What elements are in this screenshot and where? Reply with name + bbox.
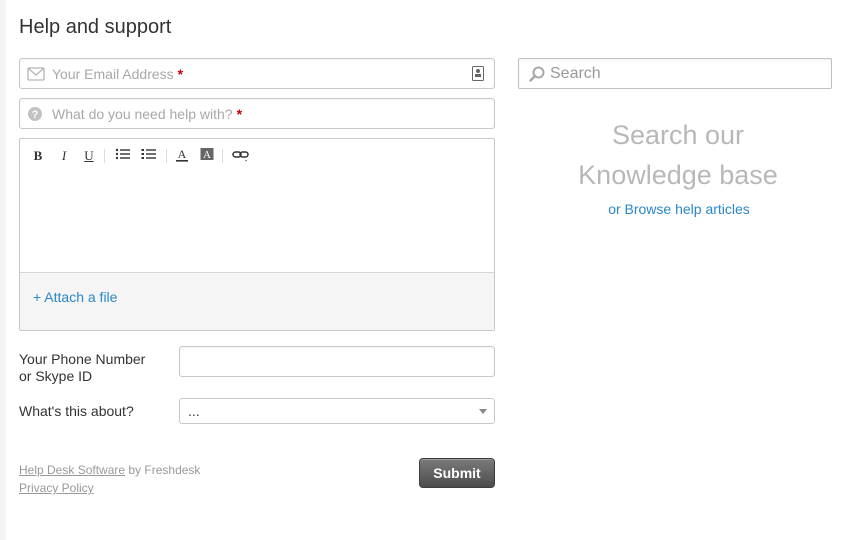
attachment-area: + Attach a file [20, 272, 494, 330]
rich-text-editor[interactable]: B I U A A + Attach a file [19, 138, 495, 331]
knowledge-base-heading: Search our Knowledge base [578, 120, 778, 190]
search-placeholder: Search [550, 65, 601, 82]
envelope-icon [27, 67, 45, 81]
editor-toolbar: B I U A A [20, 139, 494, 173]
contact-card-icon[interactable] [472, 66, 484, 81]
phone-label: Your Phone Number or Skype ID [19, 351, 146, 384]
svg-text:?: ? [32, 109, 39, 121]
about-selected-value: ... [188, 403, 200, 419]
italic-button[interactable]: I [58, 147, 70, 165]
left-rail [0, 0, 6, 540]
background-color-icon: A [200, 148, 214, 161]
numbered-list-button[interactable] [141, 147, 157, 165]
required-mark: * [236, 106, 243, 122]
email-placeholder: Your Email Address * [52, 66, 184, 82]
svg-text:A: A [178, 147, 187, 161]
bulleted-list-icon [115, 148, 130, 160]
bold-button[interactable]: B [32, 147, 44, 165]
email-field[interactable]: Your Email Address * [19, 58, 495, 89]
subject-field[interactable]: ? What do you need help with? * [19, 98, 495, 129]
background-color-button[interactable]: A [200, 147, 214, 165]
search-icon [529, 66, 545, 82]
chevron-down-icon [479, 409, 487, 414]
phone-input[interactable] [179, 346, 495, 377]
attach-file-link[interactable]: + Attach a file [33, 289, 117, 305]
browse-help-articles-link[interactable]: or Browse help articles [518, 201, 840, 217]
subject-placeholder: What do you need help with? * [52, 106, 243, 122]
help-desk-software-link[interactable]: Help Desk Software [19, 463, 125, 477]
about-select[interactable]: ... [179, 398, 495, 424]
editor-body[interactable] [20, 173, 494, 273]
submit-button[interactable]: Submit [419, 458, 495, 488]
footer: Help Desk Software by Freshdesk Privacy … [19, 461, 200, 497]
font-color-button[interactable]: A [175, 147, 189, 165]
svg-text:A: A [203, 149, 211, 161]
page-title: Help and support [19, 16, 172, 38]
underline-button[interactable]: U [83, 147, 95, 165]
question-icon: ? [28, 107, 42, 121]
insert-link-button[interactable] [232, 147, 250, 165]
footer-by-text: by Freshdesk [125, 463, 201, 477]
about-label: What's this about? [19, 403, 134, 419]
numbered-list-icon [141, 149, 156, 159]
bulleted-list-button[interactable] [115, 147, 131, 165]
toolbar-divider [104, 149, 105, 163]
font-color-icon: A [176, 147, 188, 162]
search-input[interactable]: Search [518, 58, 832, 89]
privacy-policy-link[interactable]: Privacy Policy [19, 481, 94, 495]
required-mark: * [177, 66, 184, 82]
toolbar-divider [166, 149, 167, 163]
link-icon [232, 151, 249, 162]
toolbar-divider [222, 149, 223, 163]
